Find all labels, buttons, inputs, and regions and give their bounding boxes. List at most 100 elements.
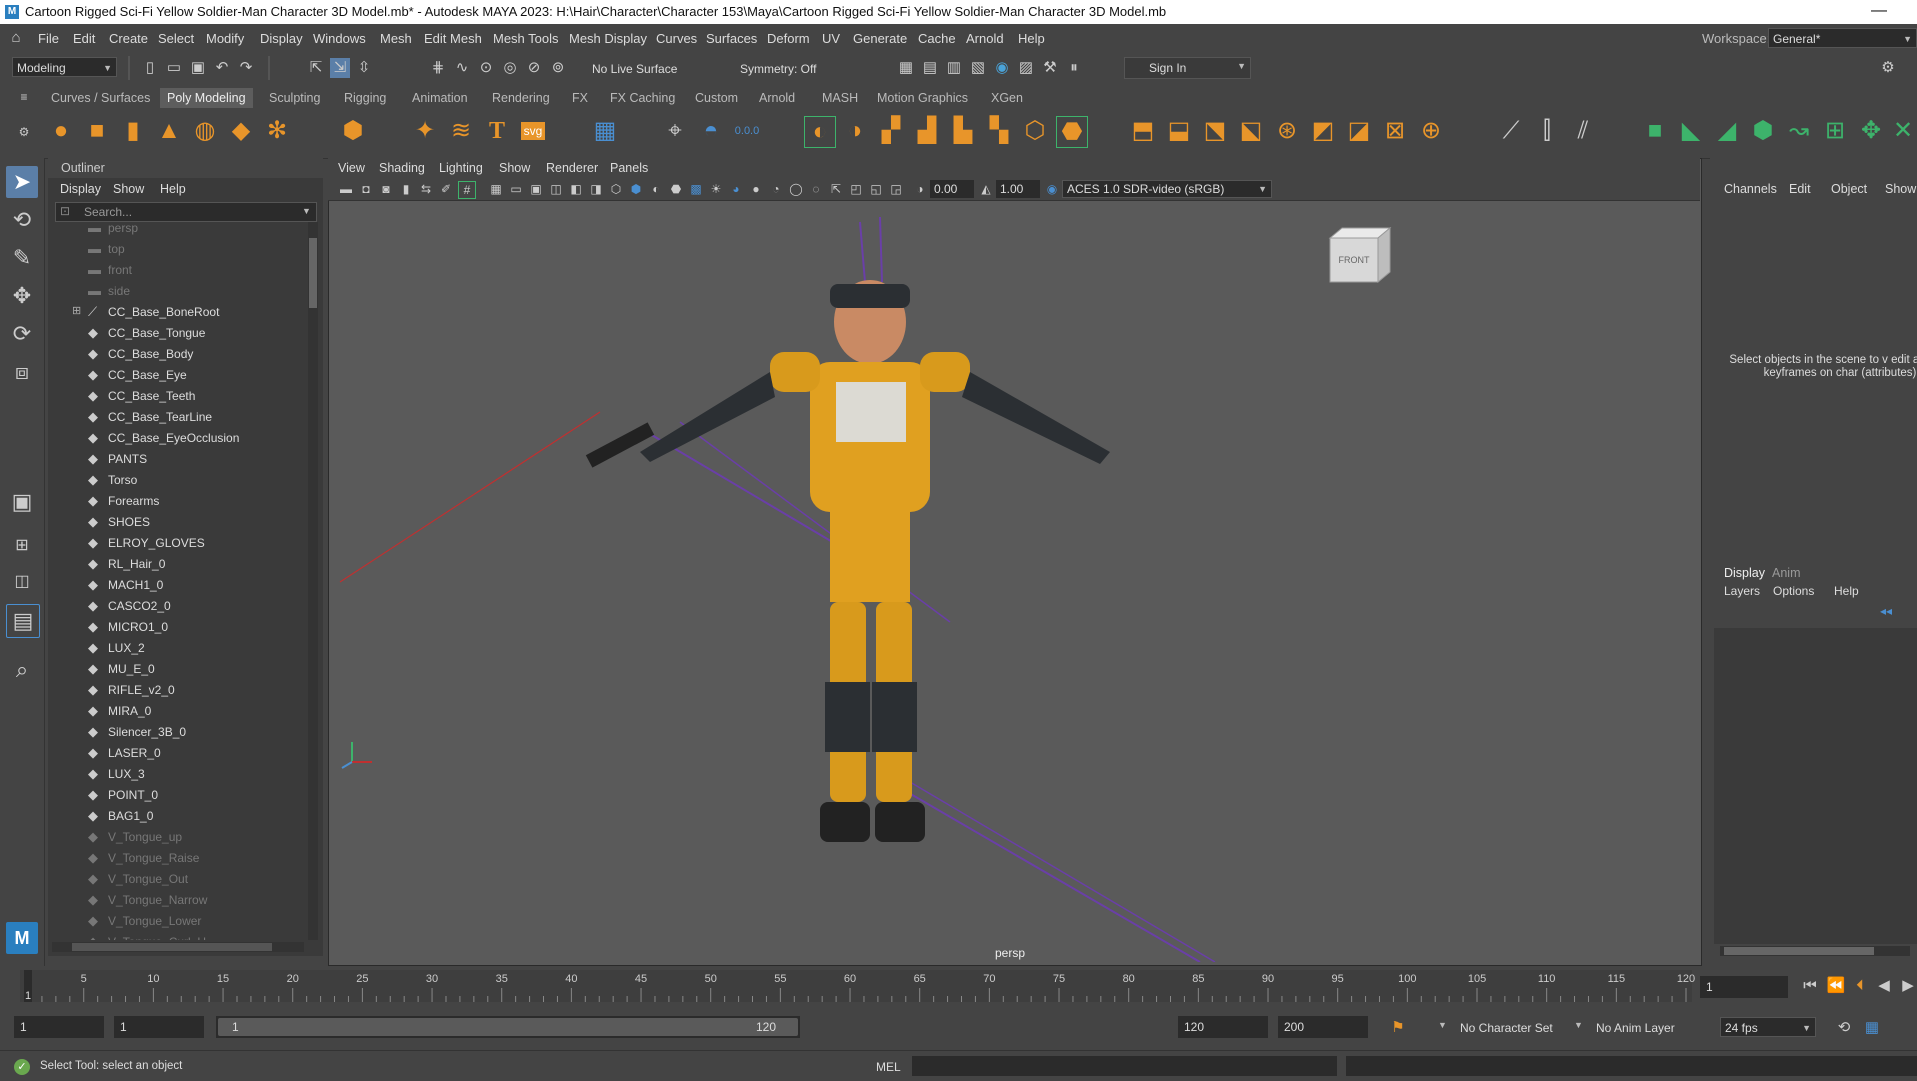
snap-point-icon[interactable]: ⊙ [476,58,496,78]
shelf-tab-mash[interactable]: MASH [815,88,865,108]
four-view-icon[interactable]: ⊞ [6,530,38,562]
play-backwards-icon[interactable]: ◀ [1874,976,1894,996]
outliner-item[interactable]: ◆ Torso [48,470,308,491]
xray-joints-icon[interactable]: ◱ [868,181,884,197]
shelf-tab-rigging[interactable]: Rigging [337,88,393,108]
menu-curves[interactable]: Curves [656,31,697,46]
menu-file[interactable]: File [38,31,59,46]
reduce-icon[interactable]: ⬡ [1020,116,1050,146]
film-gate-icon[interactable]: ▦ [488,181,504,197]
outliner-item[interactable]: ▬ front [48,260,308,281]
offset-edge-loop-icon[interactable]: ⫽ [1568,116,1598,146]
outliner-item[interactable]: ◆ RL_Hair_0 [48,554,308,575]
object-transform-icon[interactable]: ⌖ [660,116,690,146]
outliner-item[interactable]: ◆ RIFLE_v2_0 [48,680,308,701]
viewport-menu-panels[interactable]: Panels [610,161,648,175]
viewport-menu-renderer[interactable]: Renderer [546,161,598,175]
poly-sphere-icon[interactable]: ● [46,116,76,146]
shadows-icon[interactable]: ◕ [728,181,744,197]
current-frame-field[interactable]: 1 [1700,976,1788,998]
ipr-render-icon[interactable]: ▥ [944,58,964,78]
color-management-icon[interactable]: ◉ [1044,181,1060,197]
ambient-occlusion-icon[interactable]: ● [748,181,764,197]
character-set-dropdown[interactable]: ▼ No Character Set [1436,1018,1576,1038]
xray-icon[interactable]: ◰ [848,181,864,197]
quad-draw-icon[interactable]: ◣ [1676,116,1706,146]
shelf-tab-fx-caching[interactable]: FX Caching [603,88,682,108]
select-by-component-icon[interactable]: ⇳ [354,58,374,78]
single-view-icon[interactable]: ▣ [6,486,38,518]
field-chart-icon[interactable]: ◫ [548,181,564,197]
smooth-icon[interactable]: ▞ [876,116,906,146]
outliner-item[interactable]: ◆ MIRA_0 [48,701,308,722]
mel-label[interactable]: MEL [876,1060,901,1074]
outliner-item[interactable]: ▬ side [48,281,308,302]
menu-select[interactable]: Select [158,31,194,46]
outliner-item[interactable]: ◆ MICRO1_0 [48,617,308,638]
channel-menu-channels[interactable]: Channels [1724,182,1777,196]
select-by-object-icon[interactable]: ⇲ [330,58,350,78]
render-current-icon[interactable]: ▤ [920,58,940,78]
separate-icon[interactable]: ◑ [840,116,870,146]
shelf-tab-xgen[interactable]: XGen [984,88,1030,108]
play-forwards-icon[interactable]: ▶ [1898,976,1917,996]
home-icon[interactable]: ⌂ [6,28,26,48]
grid-toggle-icon[interactable]: # [458,181,476,199]
color-space-dropdown[interactable]: ACES 1.0 SDR-video (sRGB) [1062,180,1272,198]
gate-mask-icon[interactable]: ▣ [528,181,544,197]
camera-attrs-icon[interactable]: ◘ [358,181,374,197]
safe-title-icon[interactable]: ◨ [588,181,604,197]
outliner-item[interactable]: ◆ LUX_2 [48,638,308,659]
channel-menu-object[interactable]: Object [1831,182,1867,196]
snap-surface-icon[interactable]: ⊘ [524,58,544,78]
animation-prefs-icon[interactable]: ▦ [1862,1018,1882,1038]
bevel-icon[interactable]: ⬔ [1200,116,1230,146]
outliner-item[interactable]: ◆ CC_Base_Eye [48,365,308,386]
time-slider[interactable]: 5 10 15 20 25 30 35 40 45 50 55 60 65 70 75 80 85 90 95 100… [0,966,1917,1008]
outliner-item[interactable]: ◆ V_Tongue_up [48,827,308,848]
poly-cube-icon[interactable]: ■ [82,116,112,146]
slide-edge-icon[interactable]: ◢ [1712,116,1742,146]
outliner-item[interactable]: ◆ V_Tongue_Curl_U [48,932,308,940]
poly-platonic-icon[interactable]: ⬢ [338,116,368,146]
menu-mesh-display[interactable]: Mesh Display [569,31,647,46]
layer-menu-help[interactable]: Help [1834,584,1859,598]
shelf-tab-poly-modeling[interactable]: Poly Modeling [160,88,253,108]
menu-mesh[interactable]: Mesh [380,31,412,46]
paint-select-icon[interactable]: ✎ [6,242,38,274]
loop-icon[interactable]: ⟲ [1834,1018,1854,1038]
range-slider[interactable]: 1 120 [216,1016,800,1038]
multi-cut-icon[interactable]: ⟋ [1496,116,1526,146]
outliner-item[interactable]: ◆ CC_Base_TearLine [48,407,308,428]
render-sequence-icon[interactable]: ⚒ [1040,58,1060,78]
motion-blur-icon[interactable]: ◔ [768,181,784,197]
outliner-item[interactable]: ◆ LASER_0 [48,743,308,764]
remesh-icon[interactable]: ⬣ [1056,116,1088,148]
viewport-scene[interactable]: FRONT persp [330,202,1698,962]
shelf-tab-custom[interactable]: Custom [688,88,745,108]
exposure-field[interactable]: 0.00 [930,180,974,198]
anim-layer-dropdown[interactable]: ▼ No Anim Layer [1572,1018,1702,1038]
minimize-button[interactable]: — [1871,2,1887,20]
layer-hscrollbar[interactable] [1720,946,1910,956]
outliner-item[interactable]: ◆ CC_Base_EyeOcclusion [48,428,308,449]
layer-tab-display[interactable]: Display [1724,566,1765,580]
image-plane-icon[interactable]: ▮ [398,181,414,197]
super-shape-icon[interactable]: ✦ [410,116,440,146]
animation-start-field[interactable]: 1 [14,1016,104,1038]
chevron-down-icon[interactable]: ▼ [302,206,311,216]
menu-mesh-tools[interactable]: Mesh Tools [493,31,559,46]
anti-aliasing-icon[interactable]: ◯ [788,181,804,197]
delete-edge-icon[interactable]: ✕ [1888,116,1917,146]
character-model[interactable] [585,216,1110,842]
outliner-item[interactable]: ◆ LUX_3 [48,764,308,785]
scrollbar-thumb[interactable] [309,238,317,308]
layer-menu-layers[interactable]: Layers [1724,584,1760,598]
outliner-item[interactable]: ◆ Forearms [48,491,308,512]
poke-icon[interactable]: ◪ [1344,116,1374,146]
extrude-icon[interactable]: ⬒ [1128,116,1158,146]
open-scene-icon[interactable]: ▭ [164,58,184,78]
outliner-item[interactable]: ◆ POINT_0 [48,785,308,806]
mode-dropdown[interactable]: Modeling [12,57,117,78]
auto-key-icon[interactable]: ⚑ [1388,1018,1408,1038]
